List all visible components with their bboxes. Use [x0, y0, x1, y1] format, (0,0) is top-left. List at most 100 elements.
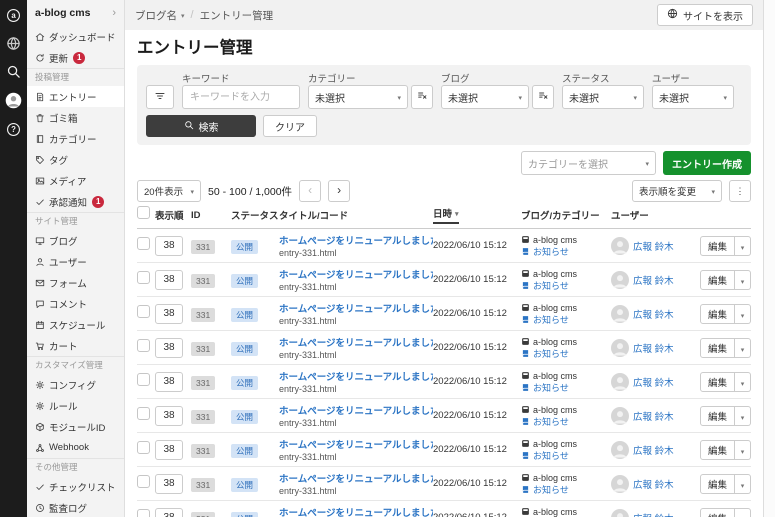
edit-button[interactable]: 編集 — [700, 304, 735, 324]
sidebar-item-update[interactable]: 更新1 — [27, 47, 124, 68]
entry-title-link[interactable]: ホームページをリニューアルしました — [279, 369, 433, 383]
globe-icon[interactable] — [6, 36, 21, 51]
clear-button[interactable]: クリア — [263, 115, 317, 137]
category-link[interactable]: お知らせ — [533, 314, 569, 326]
edit-button[interactable]: 編集 — [700, 338, 735, 358]
user-link[interactable]: 広報 鈴木 — [633, 307, 674, 321]
order-input[interactable] — [155, 372, 183, 392]
search-button[interactable]: 検索 — [146, 115, 256, 137]
status-select[interactable]: 未選択 — [562, 85, 644, 109]
row-checkbox[interactable] — [137, 407, 150, 420]
user-link[interactable]: 広報 鈴木 — [633, 273, 674, 287]
edit-button[interactable]: 編集 — [700, 372, 735, 392]
edit-dropdown-button[interactable] — [735, 440, 751, 460]
order-input[interactable] — [155, 304, 183, 324]
user-select[interactable]: 未選択 — [652, 85, 734, 109]
select-all-checkbox[interactable] — [137, 206, 150, 219]
entry-title-link[interactable]: ホームページをリニューアルしました — [279, 471, 433, 485]
logo-icon[interactable]: a — [6, 8, 21, 23]
sidebar-item-cart[interactable]: カート — [27, 335, 124, 356]
row-checkbox[interactable] — [137, 475, 150, 488]
sidebar-item-rule[interactable]: ルール — [27, 395, 124, 416]
sidebar-app-title[interactable]: a-blog cms › — [27, 0, 124, 26]
sidebar-item-tag[interactable]: タグ — [27, 149, 124, 170]
edit-dropdown-button[interactable] — [735, 372, 751, 392]
order-input[interactable] — [155, 474, 183, 494]
sidebar-item-webhook[interactable]: Webhook — [27, 437, 124, 458]
sidebar-item-user[interactable]: ユーザー — [27, 251, 124, 272]
row-checkbox[interactable] — [137, 271, 150, 284]
create-category-select[interactable]: カテゴリーを選択 — [521, 151, 656, 175]
user-link[interactable]: 広報 鈴木 — [633, 477, 674, 491]
order-input[interactable] — [155, 338, 183, 358]
user-link[interactable]: 広報 鈴木 — [633, 511, 674, 517]
blog-clear-button[interactable] — [532, 85, 554, 109]
edit-button[interactable]: 編集 — [700, 406, 735, 426]
keyword-input[interactable] — [182, 85, 300, 109]
sidebar-item-form[interactable]: フォーム — [27, 272, 124, 293]
category-link[interactable]: お知らせ — [533, 484, 569, 496]
sidebar-item-audit-log[interactable]: 監査ログ — [27, 497, 124, 517]
row-checkbox[interactable] — [137, 373, 150, 386]
row-checkbox[interactable] — [137, 305, 150, 318]
order-input[interactable] — [155, 270, 183, 290]
category-link[interactable]: お知らせ — [533, 246, 569, 258]
filter-options-button[interactable] — [146, 85, 174, 109]
edit-button[interactable]: 編集 — [700, 474, 735, 494]
sidebar-item-dashboard[interactable]: ダッシュボード — [27, 26, 124, 47]
row-checkbox[interactable] — [137, 509, 150, 517]
edit-dropdown-button[interactable] — [735, 236, 751, 256]
entry-title-link[interactable]: ホームページをリニューアルしました — [279, 437, 433, 451]
sidebar-item-comment[interactable]: コメント — [27, 293, 124, 314]
sidebar-item-schedule[interactable]: スケジュール — [27, 314, 124, 335]
view-site-button[interactable]: サイトを表示 — [657, 4, 753, 26]
category-link[interactable]: お知らせ — [533, 382, 569, 394]
next-page-button[interactable]: › — [328, 180, 350, 202]
user-link[interactable]: 広報 鈴木 — [633, 239, 674, 253]
edit-button[interactable]: 編集 — [700, 508, 735, 517]
more-options-button[interactable]: ⋮ — [729, 180, 751, 202]
edit-button[interactable]: 編集 — [700, 236, 735, 256]
edit-dropdown-button[interactable] — [735, 270, 751, 290]
sidebar-item-config[interactable]: コンフィグ — [27, 374, 124, 395]
breadcrumb-blog-select[interactable]: ブログ名 — [135, 8, 185, 23]
edit-dropdown-button[interactable] — [735, 338, 751, 358]
help-icon[interactable]: ? — [6, 122, 21, 137]
search-icon[interactable] — [6, 64, 21, 79]
edit-dropdown-button[interactable] — [735, 304, 751, 324]
edit-dropdown-button[interactable] — [735, 474, 751, 494]
sidebar-item-media[interactable]: メディア — [27, 170, 124, 191]
avatar-icon[interactable] — [5, 92, 22, 109]
user-link[interactable]: 広報 鈴木 — [633, 443, 674, 457]
sidebar-item-approval-notice[interactable]: 承認通知1 — [27, 191, 124, 212]
entry-title-link[interactable]: ホームページをリニューアルしました — [279, 335, 433, 349]
order-input[interactable] — [155, 440, 183, 460]
user-link[interactable]: 広報 鈴木 — [633, 409, 674, 423]
sort-order-select[interactable]: 表示順を変更 — [632, 180, 722, 202]
category-link[interactable]: お知らせ — [533, 450, 569, 462]
entry-title-link[interactable]: ホームページをリニューアルしました — [279, 301, 433, 315]
per-page-select[interactable]: 20件表示 — [137, 180, 201, 202]
sidebar-item-category[interactable]: カテゴリー — [27, 128, 124, 149]
row-checkbox[interactable] — [137, 339, 150, 352]
sidebar-item-blog[interactable]: ブログ — [27, 230, 124, 251]
row-checkbox[interactable] — [137, 441, 150, 454]
category-link[interactable]: お知らせ — [533, 348, 569, 360]
user-link[interactable]: 広報 鈴木 — [633, 375, 674, 389]
category-clear-button[interactable] — [411, 85, 433, 109]
sidebar-item-module-id[interactable]: モジュールID — [27, 416, 124, 437]
order-input[interactable] — [155, 406, 183, 426]
category-link[interactable]: お知らせ — [533, 280, 569, 292]
column-header-date[interactable]: 日時 — [433, 206, 521, 224]
category-select[interactable]: 未選択 — [308, 85, 408, 109]
order-input[interactable] — [155, 508, 183, 517]
order-input[interactable] — [155, 236, 183, 256]
create-entry-button[interactable]: エントリー作成 — [663, 151, 751, 175]
edit-dropdown-button[interactable] — [735, 406, 751, 426]
prev-page-button[interactable]: ‹ — [299, 180, 321, 202]
entry-title-link[interactable]: ホームページをリニューアルしました — [279, 403, 433, 417]
blog-select[interactable]: 未選択 — [441, 85, 529, 109]
scrollbar[interactable] — [763, 0, 775, 517]
entry-title-link[interactable]: ホームページをリニューアルしました — [279, 233, 433, 247]
sidebar-item-checklist[interactable]: チェックリスト — [27, 476, 124, 497]
